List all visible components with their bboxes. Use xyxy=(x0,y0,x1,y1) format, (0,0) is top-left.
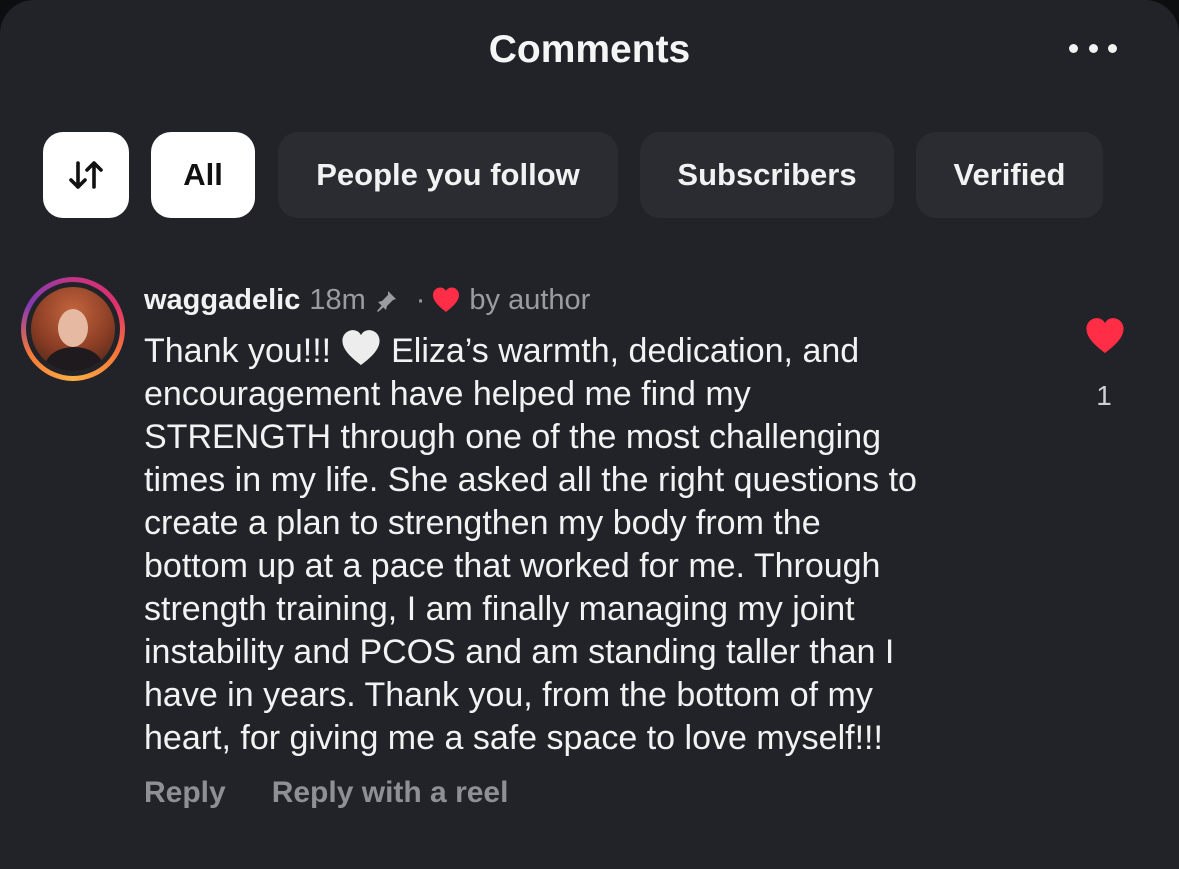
white-heart-icon xyxy=(342,330,380,366)
red-heart-icon xyxy=(433,287,460,312)
comment-line: instability and PCOS and am standing tal… xyxy=(144,633,895,671)
comment-line: bottom up at a pace that worked for me. … xyxy=(144,547,881,585)
avatar[interactable] xyxy=(21,277,125,381)
more-horizontal-icon[interactable] xyxy=(1069,36,1117,60)
comment-username[interactable]: waggadelic xyxy=(144,284,300,317)
meta-separator: · xyxy=(415,283,426,316)
comment-line: times in my life. She asked all the righ… xyxy=(144,461,917,499)
reply-button[interactable]: Reply xyxy=(144,776,226,810)
liked-by-author-label: by author xyxy=(469,283,591,316)
comments-sheet: Comments All People you follow Subscribe… xyxy=(0,0,1179,869)
sort-button[interactable] xyxy=(43,132,129,218)
comment-time: 18m xyxy=(309,283,366,316)
comment-line: create a plan to strengthen my body from… xyxy=(144,504,821,542)
sheet-title: Comments xyxy=(488,28,691,71)
like-count: 1 xyxy=(1096,380,1112,411)
filter-chip-verified[interactable]: Verified xyxy=(916,132,1103,218)
filter-chip-all[interactable]: All xyxy=(151,132,255,218)
comment-line: Eliza’s warmth, dedication, and xyxy=(391,332,860,370)
comment-line: STRENGTH through one of the most challen… xyxy=(144,418,882,456)
comment-body: Thank you!!! Eliza’s warmth, dedication, … xyxy=(144,328,1044,760)
comment-line: heart, for giving me a safe space to lov… xyxy=(144,719,883,757)
comment-line: have in years. Thank you, from the botto… xyxy=(144,676,873,714)
like-heart-icon[interactable] xyxy=(1083,316,1127,356)
sort-arrows-icon xyxy=(69,161,103,189)
reply-with-reel-button[interactable]: Reply with a reel xyxy=(272,776,509,810)
comment-line: strength training, I am finally managing… xyxy=(144,590,855,628)
comment-line: Thank you!!! xyxy=(144,332,332,370)
filter-chip-people-you-follow[interactable]: People you follow xyxy=(278,132,618,218)
comment-actions: Reply Reply with a reel xyxy=(144,776,508,810)
comment-line: encouragement have helped me find my xyxy=(144,375,751,413)
filter-chip-subscribers[interactable]: Subscribers xyxy=(640,132,894,218)
comment-meta: waggadelic 18m · by author xyxy=(144,280,590,320)
pin-icon xyxy=(376,291,396,312)
